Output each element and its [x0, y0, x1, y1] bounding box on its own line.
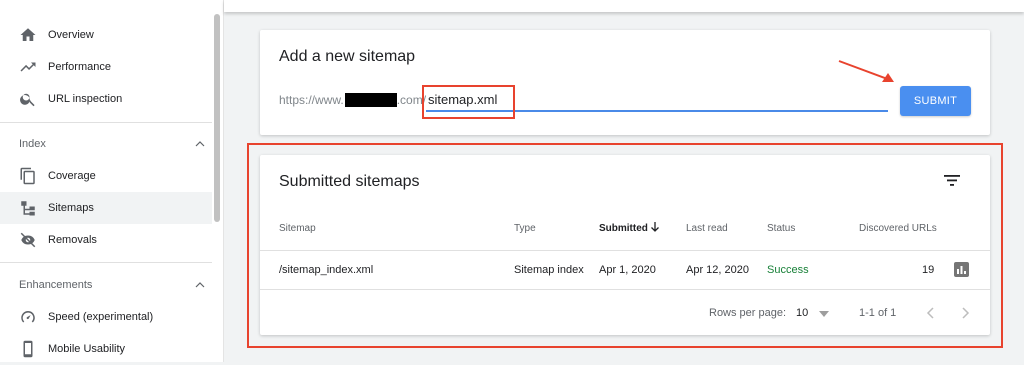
annotation-arrow: [838, 60, 894, 82]
section-title: Index: [19, 138, 46, 150]
speedometer-icon: [21, 311, 35, 323]
sidebar-scrollbar[interactable]: [214, 14, 220, 222]
sidebar-item-url-inspection[interactable]: URL inspection: [0, 83, 212, 115]
sidebar-item-performance[interactable]: Performance: [0, 51, 212, 83]
sidebar-section-index[interactable]: Index: [19, 134, 205, 154]
chevron-up-icon: [195, 141, 205, 147]
url-prefix: https://www. .com/: [279, 93, 426, 107]
sidebar-divider: [0, 122, 212, 123]
sidebar: Overview Performance URL inspection Inde…: [0, 0, 224, 362]
annotation-box-input: [422, 85, 515, 119]
sidebar-item-overview[interactable]: Overview: [0, 19, 212, 51]
sitemap-icon: [21, 201, 35, 216]
section-title: Enhancements: [19, 279, 93, 291]
sidebar-item-label: Performance: [48, 61, 111, 73]
sidebar-item-coverage[interactable]: Coverage: [0, 160, 212, 192]
sidebar-item-label: Removals: [48, 234, 97, 246]
sidebar-item-label: Speed (experimental): [48, 311, 154, 323]
sidebar-item-sitemaps[interactable]: Sitemaps: [0, 192, 212, 224]
sidebar-section-enhancements[interactable]: Enhancements: [19, 275, 205, 295]
add-sitemap-title: Add a new sitemap: [279, 48, 416, 65]
submit-button[interactable]: SUBMIT: [900, 86, 971, 116]
sidebar-item-label: Overview: [48, 29, 94, 41]
redacted-domain: [344, 93, 397, 107]
sidebar-item-removals[interactable]: Removals: [0, 224, 212, 256]
annotation-box-submitted: [247, 143, 1003, 348]
sidebar-item-label: URL inspection: [48, 93, 123, 105]
sidebar-item-label: Sitemaps: [48, 202, 94, 214]
sidebar-item-label: Mobile Usability: [48, 343, 126, 355]
eye-off-icon: [20, 232, 36, 248]
sidebar-item-speed[interactable]: Speed (experimental): [0, 301, 212, 333]
home-icon: [20, 28, 36, 41]
header-bar: [224, 0, 1024, 12]
sidebar-divider: [0, 262, 212, 263]
trending-up-icon: [20, 62, 36, 72]
phone-icon: [23, 340, 33, 358]
sidebar-item-label: Coverage: [48, 170, 96, 182]
chevron-up-icon: [195, 282, 205, 288]
copy-icon: [20, 167, 35, 185]
search-icon: [20, 93, 35, 107]
sidebar-item-mobile-usability[interactable]: Mobile Usability: [0, 333, 212, 365]
url-prefix-start: https://www.: [279, 93, 344, 107]
